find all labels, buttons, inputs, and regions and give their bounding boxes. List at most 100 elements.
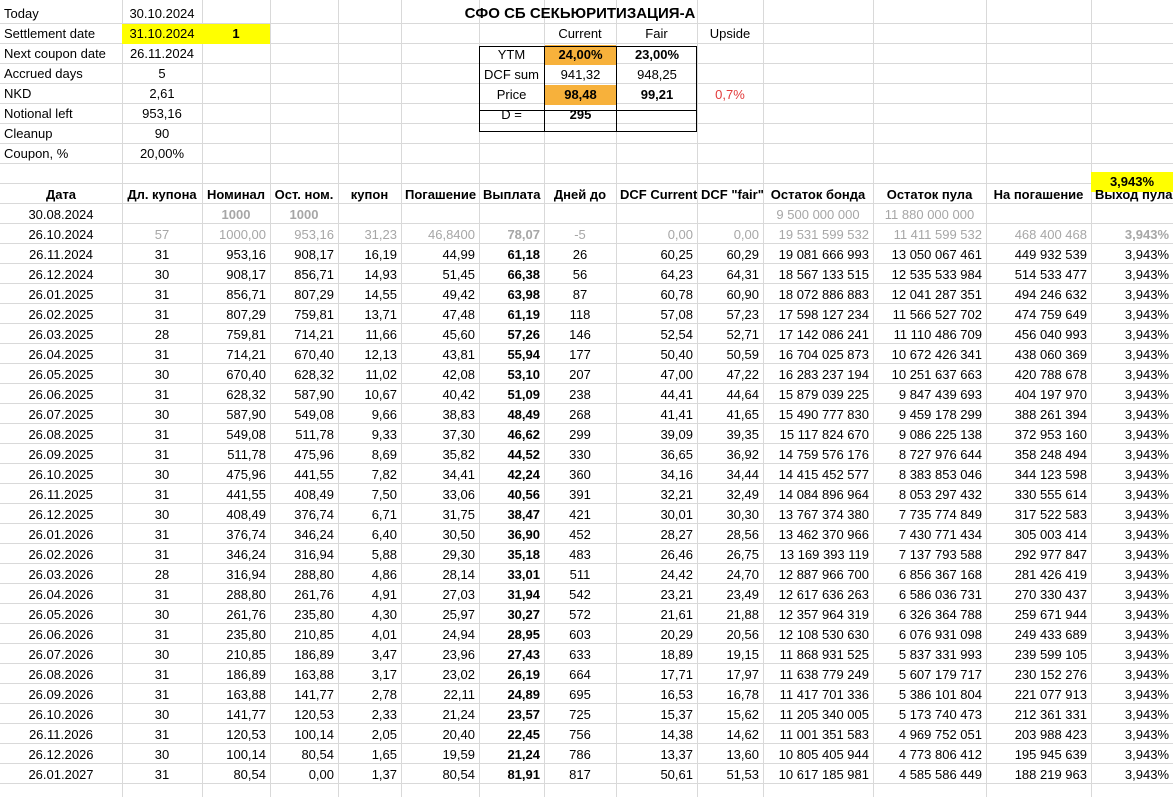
table-cell[interactable]: 603 <box>544 625 616 645</box>
table-cell[interactable]: 31 <box>122 385 202 405</box>
table-cell[interactable]: 20,40 <box>401 725 479 745</box>
table-cell[interactable]: 51,09 <box>479 385 544 405</box>
table-cell[interactable]: 25,97 <box>401 605 479 625</box>
table-cell[interactable]: 17 598 127 234 <box>763 305 873 325</box>
table-cell[interactable]: 26 <box>544 245 616 265</box>
table-cell[interactable]: 12 887 966 700 <box>763 565 873 585</box>
table-cell[interactable]: 12 357 964 319 <box>763 605 873 625</box>
table-cell[interactable]: 549,08 <box>270 405 338 425</box>
table-cell[interactable]: 26.07.2026 <box>0 645 122 665</box>
summary-label[interactable]: D = <box>479 105 544 125</box>
table-cell[interactable]: 4,01 <box>338 625 401 645</box>
table-cell[interactable]: 31 <box>122 525 202 545</box>
table-cell[interactable]: 628,32 <box>202 385 270 405</box>
table-cell[interactable]: 316,94 <box>270 545 338 565</box>
table-cell[interactable]: 30 <box>122 645 202 665</box>
table-cell[interactable]: 27,03 <box>401 585 479 605</box>
table-cell[interactable]: 60,78 <box>616 285 697 305</box>
table-cell[interactable]: 14,38 <box>616 725 697 745</box>
table-cell[interactable]: 20,29 <box>616 625 697 645</box>
table-cell[interactable]: 15,37 <box>616 705 697 725</box>
table-cell[interactable]: 14,93 <box>338 265 401 285</box>
table-cell[interactable]: 549,08 <box>202 425 270 445</box>
table-cell[interactable]: 80,54 <box>202 765 270 785</box>
table-cell[interactable]: 31 <box>122 625 202 645</box>
table-cell[interactable]: 3,943% <box>1091 585 1173 605</box>
param-value[interactable]: 90 <box>122 124 202 144</box>
table-cell[interactable]: 11 417 701 336 <box>763 685 873 705</box>
table-cell[interactable]: 50,40 <box>616 345 697 365</box>
table-cell[interactable]: 695 <box>544 685 616 705</box>
table-cell[interactable]: 23,96 <box>401 645 479 665</box>
table-cell[interactable]: 249 433 689 <box>986 625 1091 645</box>
table-cell[interactable]: 34,44 <box>697 465 763 485</box>
table-cell[interactable]: 26.03.2026 <box>0 565 122 585</box>
table-cell[interactable]: 163,88 <box>202 685 270 705</box>
table-cell[interactable]: 2,05 <box>338 725 401 745</box>
table-cell[interactable]: 9 847 439 693 <box>873 385 986 405</box>
table-cell[interactable]: 31 <box>122 725 202 745</box>
summary-label[interactable]: Price <box>479 85 544 105</box>
table-cell[interactable]: 670,40 <box>270 345 338 365</box>
table-cell[interactable]: 31 <box>122 485 202 505</box>
table-cell[interactable]: 51,45 <box>401 265 479 285</box>
column-header[interactable]: Дл. купона <box>122 185 202 205</box>
table-cell[interactable]: 195 945 639 <box>986 745 1091 765</box>
summary-fair[interactable] <box>617 105 697 125</box>
table-cell[interactable]: 21,88 <box>697 605 763 625</box>
table-cell[interactable]: 32,21 <box>616 485 697 505</box>
table-cell[interactable]: 80,54 <box>270 745 338 765</box>
table-cell[interactable]: 186,89 <box>270 645 338 665</box>
table-cell[interactable]: 5,88 <box>338 545 401 565</box>
table-cell[interactable]: 28,27 <box>616 525 697 545</box>
table-cell[interactable]: 714,21 <box>270 325 338 345</box>
summary-current[interactable]: 941,32 <box>545 65 616 85</box>
table-cell[interactable]: 449 932 539 <box>986 245 1091 265</box>
table-cell[interactable]: 475,96 <box>202 465 270 485</box>
table-cell[interactable]: 235,80 <box>202 625 270 645</box>
table-cell[interactable]: 26,19 <box>479 665 544 685</box>
table-cell[interactable]: 18,89 <box>616 645 697 665</box>
table-cell[interactable]: 10 672 426 341 <box>873 345 986 365</box>
table-cell[interactable]: -5 <box>544 225 616 245</box>
table-cell[interactable]: 330 <box>544 445 616 465</box>
table-cell[interactable]: 759,81 <box>202 325 270 345</box>
table-cell[interactable]: 26.08.2025 <box>0 425 122 445</box>
summary-fair[interactable]: 99,21 <box>617 85 697 105</box>
table-cell[interactable]: 633 <box>544 645 616 665</box>
table-cell[interactable]: 391 <box>544 485 616 505</box>
table-cell[interactable]: 24,70 <box>697 565 763 585</box>
param-value[interactable]: 31.10.2024 <box>122 24 202 44</box>
param-label[interactable]: NKD <box>0 84 122 104</box>
table-cell[interactable]: 817 <box>544 765 616 785</box>
column-header[interactable]: DCF "fair" <box>697 185 763 205</box>
table-cell[interactable]: 16,78 <box>697 685 763 705</box>
table-cell[interactable]: 20,56 <box>697 625 763 645</box>
table-cell[interactable]: 30 <box>122 505 202 525</box>
table-cell[interactable]: 13 050 067 461 <box>873 245 986 265</box>
table-cell[interactable]: 47,48 <box>401 305 479 325</box>
table-cell[interactable]: 12 108 530 630 <box>763 625 873 645</box>
table-cell[interactable]: 40,42 <box>401 385 479 405</box>
table-cell[interactable]: 0,00 <box>270 765 338 785</box>
table-cell[interactable]: 1,65 <box>338 745 401 765</box>
table-cell[interactable]: 44,64 <box>697 385 763 405</box>
table-cell[interactable]: 239 599 105 <box>986 645 1091 665</box>
table-cell[interactable]: 3,943% <box>1091 625 1173 645</box>
table-cell[interactable]: 376,74 <box>270 505 338 525</box>
table-cell[interactable]: 11 411 599 532 <box>873 225 986 245</box>
table-cell[interactable]: 60,25 <box>616 245 697 265</box>
table-cell[interactable]: 14 759 576 176 <box>763 445 873 465</box>
table-cell[interactable]: 628,32 <box>270 365 338 385</box>
param-value[interactable]: 5 <box>122 64 202 84</box>
table-cell[interactable]: 203 988 423 <box>986 725 1091 745</box>
table-cell[interactable]: 344 123 598 <box>986 465 1091 485</box>
table-cell[interactable]: 30,01 <box>616 505 697 525</box>
table-cell[interactable]: 28 <box>122 325 202 345</box>
summary-current[interactable]: 295 <box>545 105 616 125</box>
param-value[interactable]: 953,16 <box>122 104 202 124</box>
table-cell[interactable]: 49,42 <box>401 285 479 305</box>
table-cell[interactable]: 759,81 <box>270 305 338 325</box>
table-cell[interactable]: 31,94 <box>479 585 544 605</box>
table-cell[interactable]: 26.06.2025 <box>0 385 122 405</box>
